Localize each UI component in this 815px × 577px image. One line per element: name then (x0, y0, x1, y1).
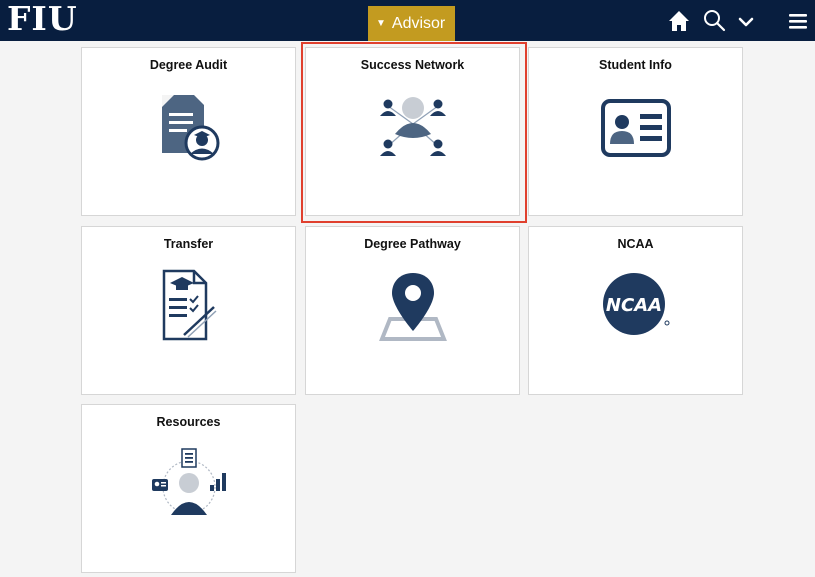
tile-student-info[interactable]: Student Info (528, 47, 743, 216)
svg-text:NCAA: NCAA (605, 295, 661, 316)
tile-title: Degree Pathway (364, 237, 461, 251)
tile-title: Degree Audit (149, 58, 228, 72)
tile-success-network[interactable]: Success Network (305, 47, 520, 216)
tile-degree-pathway[interactable]: Degree Pathway (305, 226, 520, 395)
tile-transfer[interactable]: Transfer (81, 226, 296, 395)
fiu-logo[interactable]: FIU (7, 0, 78, 38)
degree-audit-icon (154, 91, 224, 161)
resources-icon (146, 445, 232, 517)
tile-degree-audit[interactable]: Degree Audit (81, 47, 296, 216)
tile-title: Resources (156, 415, 221, 429)
top-navigation-bar: FIU ▼ Advisor (0, 0, 815, 41)
menu-icon[interactable] (785, 8, 811, 34)
home-icon[interactable] (666, 8, 692, 34)
role-menu-button[interactable]: ▼ Advisor (368, 6, 455, 41)
tile-title: NCAA (617, 237, 654, 251)
tile-title: Student Info (599, 58, 672, 72)
transfer-document-icon (154, 267, 224, 345)
tile-title: Success Network (360, 58, 465, 72)
search-icon[interactable] (701, 8, 727, 34)
tile-ncaa[interactable]: NCAA NCAA (528, 226, 743, 395)
logo-text: FIU (7, 0, 78, 38)
map-pin-icon (376, 269, 450, 341)
success-network-icon (376, 94, 450, 160)
triangle-down-icon: ▼ (376, 18, 386, 29)
tile-resources[interactable]: Resources (81, 404, 296, 573)
chevron-down-icon[interactable] (733, 8, 759, 34)
id-card-icon (600, 98, 672, 158)
role-menu-label: Advisor (391, 14, 446, 32)
tile-title: Transfer (163, 237, 214, 251)
ncaa-logo: NCAA (601, 271, 671, 337)
